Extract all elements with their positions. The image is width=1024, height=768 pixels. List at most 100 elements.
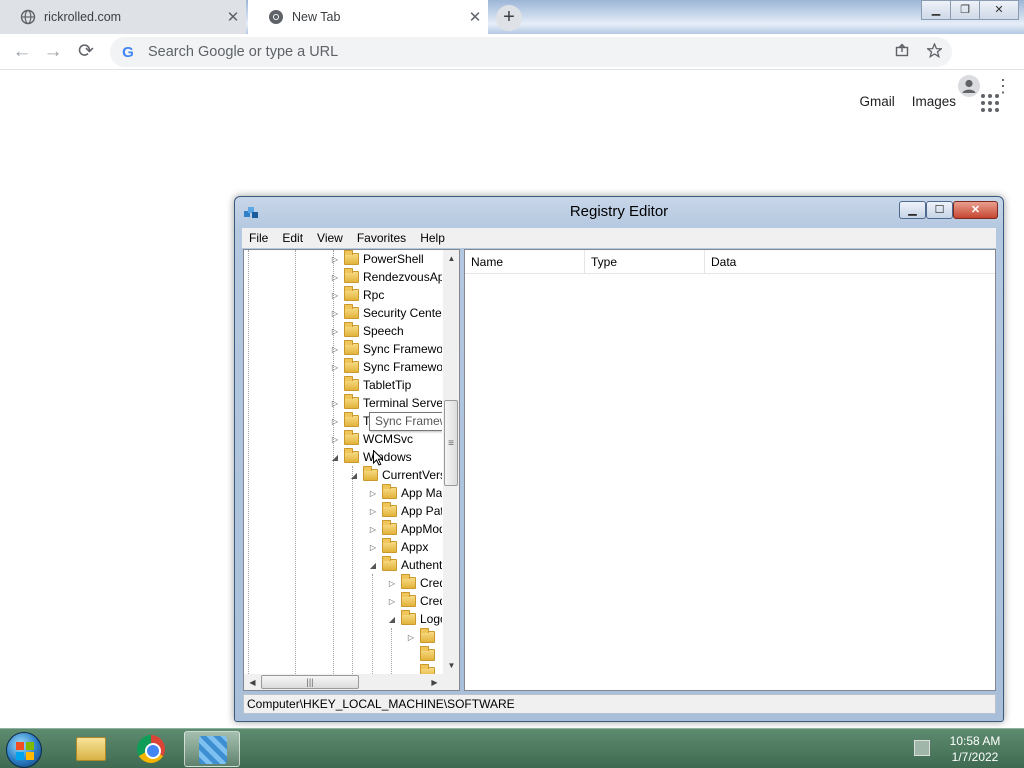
close-tab-icon[interactable]: ✕ [462, 8, 488, 26]
menu-favorites[interactable]: Favorites [350, 231, 413, 245]
expand-arrow-icon[interactable]: ▷ [330, 435, 340, 444]
tree-node[interactable] [406, 664, 439, 674]
close-button[interactable]: ✕ [953, 201, 998, 219]
column-header-name[interactable]: Name [465, 250, 585, 274]
minimize-window-button[interactable]: ▁ [921, 0, 951, 20]
tree-node[interactable]: ▷ [406, 628, 439, 646]
tree-node[interactable]: ◢ Authentication [368, 556, 442, 574]
tree-node[interactable]: ▷ AppModel [368, 520, 442, 538]
taskbar-file-explorer[interactable] [62, 731, 118, 767]
bookmark-star-icon[interactable] [925, 42, 944, 62]
close-tab-icon[interactable]: ✕ [220, 8, 246, 26]
expand-arrow-icon[interactable]: ▷ [330, 363, 340, 372]
tree-node[interactable]: ▷ Credential Providers [387, 574, 442, 592]
tree-node[interactable]: ▷ Rpc [330, 286, 384, 304]
maximize-button[interactable]: ☐ [926, 201, 953, 219]
tree-node[interactable]: ▷ Sync Framework [330, 340, 442, 358]
expand-arrow-icon[interactable]: ▷ [387, 597, 397, 606]
menu-view[interactable]: View [310, 231, 350, 245]
scroll-thumb[interactable]: ||| [261, 675, 359, 689]
start-button[interactable] [6, 732, 42, 768]
back-button[interactable]: ← [10, 40, 34, 64]
scroll-down-icon[interactable]: ▼ [443, 657, 459, 674]
scroll-left-icon[interactable]: ◀ [244, 674, 261, 690]
tree-node-label: Credential Provider Filters [420, 594, 442, 608]
menu-help[interactable]: Help [413, 231, 452, 245]
column-header-type[interactable]: Type [585, 250, 705, 274]
tree-node[interactable]: ▷ App Paths [368, 502, 442, 520]
tree-node-label: RendezvousApps [363, 270, 442, 284]
tab-new-tab[interactable]: New Tab ✕ [248, 0, 488, 34]
chrome-icon [137, 735, 165, 763]
expand-arrow-icon[interactable]: ▷ [330, 273, 340, 282]
collapse-arrow-icon[interactable]: ◢ [349, 471, 359, 480]
folder-icon [363, 466, 378, 481]
collapse-arrow-icon[interactable]: ◢ [368, 561, 378, 570]
restore-window-button[interactable]: ❐ [950, 0, 980, 20]
taskbar-registry-editor[interactable] [184, 731, 240, 767]
tree-node-label: AppModel [401, 522, 442, 536]
tree-node[interactable]: ▷ Terminal Server [330, 394, 442, 412]
scroll-right-icon[interactable]: ▶ [426, 674, 443, 690]
menu-file[interactable]: File [242, 231, 275, 245]
expand-arrow-icon[interactable]: ▷ [330, 309, 340, 318]
tree-node[interactable]: ◢ CurrentVersion [349, 466, 442, 484]
share-icon[interactable] [895, 43, 909, 62]
expand-arrow-icon[interactable]: ▷ [368, 543, 378, 552]
tree-node[interactable] [406, 646, 439, 664]
expand-arrow-icon[interactable]: ▷ [330, 291, 340, 300]
folder-icon [401, 610, 416, 625]
expand-arrow-icon[interactable]: ▷ [330, 345, 340, 354]
tab-rickrolled[interactable]: rickrolled.com ✕ [0, 0, 246, 34]
window-title: Registry Editor [569, 203, 669, 220]
column-header-data[interactable]: Data [705, 250, 995, 274]
tree-node[interactable]: ▷ RendezvousApps [330, 268, 442, 286]
tree-node[interactable]: ▷ PowerShell [330, 250, 424, 268]
reload-button[interactable]: ⟳ [74, 40, 98, 64]
tree-node[interactable]: ▷ App Management [368, 484, 442, 502]
tree-horizontal-scrollbar[interactable]: ◀ ||| ▶ [244, 674, 443, 690]
expand-arrow-icon[interactable]: ▷ [330, 399, 340, 408]
tree-node[interactable]: ◢ Windows [330, 448, 412, 466]
expand-arrow-icon[interactable]: ▷ [368, 489, 378, 498]
new-tab-button[interactable]: + [496, 5, 522, 31]
address-bar[interactable]: G Search Google or type a URL [110, 37, 952, 67]
tab-strip: rickrolled.com ✕ New Tab ✕ + ▁ ❐ ✕ [0, 0, 1024, 34]
gmail-link[interactable]: Gmail [859, 94, 894, 109]
expand-arrow-icon[interactable]: ▷ [368, 525, 378, 534]
tree-node[interactable]: ▷ Appx [368, 538, 428, 556]
collapse-arrow-icon[interactable]: ◢ [330, 453, 340, 462]
expand-arrow-icon[interactable]: ▷ [387, 579, 397, 588]
tree-node[interactable]: ▷ Sync Framework [330, 358, 442, 376]
tree-node[interactable]: ▷ Speech [330, 322, 404, 340]
tree-node[interactable]: ◢ LogonUI [387, 610, 442, 628]
collapse-arrow-icon[interactable]: ◢ [387, 615, 397, 624]
close-window-button[interactable]: ✕ [979, 0, 1019, 20]
menu-edit[interactable]: Edit [275, 231, 310, 245]
tree-node[interactable]: ▷ Security Center [330, 304, 442, 322]
expand-arrow-icon[interactable]: ▷ [368, 507, 378, 516]
key-tree-pane[interactable]: ▷ PowerShell ▷ RendezvousApps ▷ Rpc ▷ Securi… [243, 249, 460, 691]
tree-node-label: CurrentVersion [382, 468, 442, 482]
tree-node[interactable]: TabletTip [330, 376, 411, 394]
tree-node[interactable]: ▷ WCMSvc [330, 430, 413, 448]
google-apps-icon[interactable] [981, 94, 999, 112]
scroll-thumb[interactable]: ≡ [444, 400, 458, 486]
tree-node-label: Terminal Server [363, 396, 442, 410]
system-clock[interactable]: 10:58 AM 1/7/2022 [935, 733, 1015, 765]
taskbar-chrome[interactable] [123, 731, 179, 767]
minimize-button[interactable]: ▁ [899, 201, 926, 219]
tree-vertical-scrollbar[interactable]: ▲ ≡ ▼ [443, 250, 459, 674]
expand-arrow-icon[interactable]: ▷ [330, 417, 340, 426]
tree-guide-line [352, 466, 353, 674]
tree-node[interactable]: ▷ Credential Provider Filters [387, 592, 442, 610]
forward-button[interactable]: → [41, 40, 65, 64]
network-icon[interactable] [914, 740, 930, 756]
values-pane[interactable]: Name Type Data [464, 249, 996, 691]
images-link[interactable]: Images [912, 94, 956, 109]
expand-arrow-icon[interactable]: ▷ [406, 633, 416, 642]
scroll-up-icon[interactable]: ▲ [443, 250, 459, 267]
expand-arrow-icon[interactable]: ▷ [330, 327, 340, 336]
expand-arrow-icon[interactable]: ▷ [330, 255, 340, 264]
profile-avatar-icon[interactable] [958, 75, 980, 97]
